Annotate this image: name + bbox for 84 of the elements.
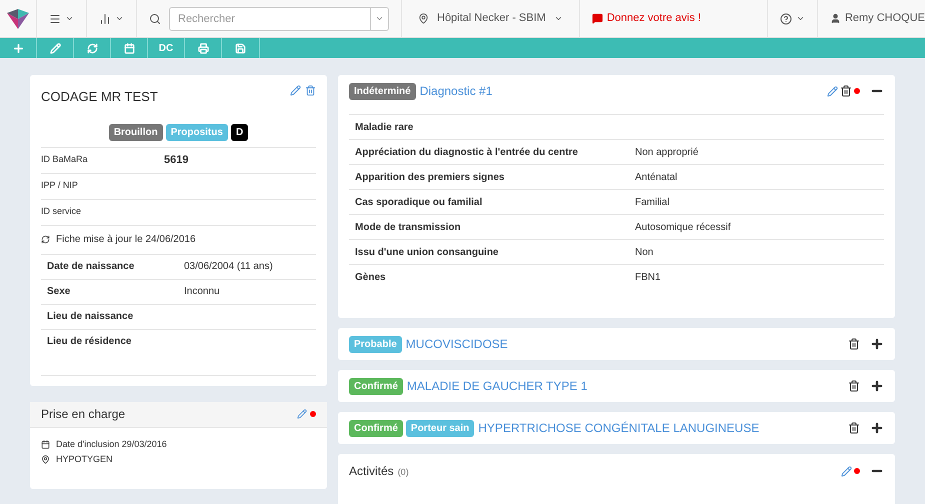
- field-label: Date de naissance: [47, 260, 136, 274]
- save-icon: [235, 42, 246, 54]
- comment-icon: [592, 13, 603, 24]
- status-badge: Probable: [349, 336, 402, 352]
- diagnosis-link[interactable]: Diagnostic #1: [420, 82, 492, 100]
- search-field[interactable]: Rechercher: [169, 6, 371, 30]
- place-name: HYPOTYGEN: [56, 453, 113, 466]
- pencil-icon: [50, 42, 60, 54]
- trash-icon: [848, 380, 860, 392]
- field-value: Familial: [635, 196, 670, 210]
- bar-chart-icon: [99, 12, 111, 24]
- field-label: Apparition des premiers signes: [355, 170, 506, 184]
- inclusion-date: Date d'inclusion 29/03/2016: [56, 438, 167, 450]
- field-value: 5619: [164, 152, 188, 168]
- trash-icon: [848, 338, 860, 350]
- edit-icon: [841, 466, 852, 476]
- diagnosis-link[interactable]: MALADIE DE GAUCHER TYPE 1: [406, 377, 588, 395]
- activity-count: (0): [398, 466, 409, 479]
- expand-button[interactable]: [870, 379, 884, 393]
- trash-icon: [840, 85, 852, 97]
- update-text: Fiche mise à jour le 24/06/2016: [56, 233, 196, 247]
- plus-icon: [870, 379, 884, 393]
- field-label: Gènes: [355, 270, 387, 284]
- field-label: IPP / NIP: [41, 179, 79, 192]
- card-title: Prise en charge: [41, 406, 126, 423]
- edit-icon: [290, 85, 301, 96]
- status-badge: D: [230, 124, 248, 140]
- field-value: Non approprié: [635, 146, 698, 160]
- field-label: Maladie rare: [355, 120, 414, 134]
- diagnosis-link[interactable]: HYPERTRICHOSE CONGÉNITALE LANUGINEUSE: [478, 419, 760, 437]
- status-badge: Porteur sain: [406, 420, 474, 436]
- caret-icon: [115, 14, 124, 23]
- expand-button[interactable]: [870, 421, 884, 435]
- pin-icon: [41, 455, 50, 464]
- field-label: Cas sporadique ou familial: [355, 196, 484, 210]
- user-menu[interactable]: Remy CHOQUE: [816, 0, 925, 37]
- edit-icon[interactable]: [827, 86, 838, 96]
- card-title: CODAGE MR TEST: [41, 88, 158, 106]
- field-label: Sexe: [47, 285, 72, 299]
- field-label: Mode de transmission: [355, 220, 462, 234]
- menu-icon: [49, 12, 61, 24]
- print-icon: [198, 42, 208, 54]
- diagnosis-link[interactable]: MUCOVISCIDOSE: [406, 335, 508, 353]
- location-dropdown[interactable]: Hôpital Necker - SBIM: [401, 0, 579, 37]
- field-label: ID service: [41, 205, 82, 218]
- expand-button[interactable]: [870, 337, 884, 351]
- status-badge: Confirmé: [349, 420, 403, 436]
- calendar-icon: [124, 42, 134, 54]
- field-value: 03/06/2004 (11 ans): [184, 260, 273, 274]
- edit-icon: [297, 409, 307, 419]
- caret-icon: [796, 14, 805, 23]
- help-icon: [780, 12, 792, 24]
- field-value: Non: [635, 246, 654, 260]
- field-label: Appréciation du diagnostic à l'entrée du centre: [355, 146, 579, 160]
- field-label: Lieu de résidence: [47, 335, 132, 349]
- card-title: Activités: [349, 463, 394, 480]
- field-value: Anténatal: [635, 170, 678, 184]
- add-icon: [12, 42, 24, 54]
- field-value: Autosomique récessif: [635, 220, 731, 234]
- field-value: FBN1: [635, 270, 661, 284]
- field-label: Issu d'une union consanguine: [355, 246, 500, 260]
- field-value: Inconnu: [184, 285, 220, 299]
- status-badge: Confirmé: [349, 378, 403, 394]
- toolbar-button[interactable]: DC: [148, 38, 185, 58]
- field-label: ID BaMaRa: [41, 153, 89, 166]
- calendar-icon: [41, 440, 50, 449]
- trash-icon: [848, 422, 860, 434]
- plus-icon: [870, 337, 884, 351]
- caret-icon: [65, 14, 74, 23]
- caret-icon: [554, 14, 563, 23]
- plus-icon: [870, 421, 884, 435]
- user-icon: [830, 13, 841, 24]
- refresh-icon: [41, 235, 50, 244]
- status-badge: Indéterminé: [349, 82, 416, 100]
- feedback-link[interactable]: Donnez votre avis !: [578, 0, 713, 37]
- search-icon: [149, 12, 161, 24]
- search-dropdown-button[interactable]: [371, 6, 389, 30]
- status-badge: Propositus: [166, 124, 228, 140]
- caret-icon: [375, 14, 384, 23]
- field-label: Lieu de naissance: [47, 310, 134, 324]
- pin-icon: [418, 13, 429, 24]
- refresh-icon: [86, 42, 98, 54]
- trash-icon: [305, 85, 316, 96]
- status-badge: Brouillon: [108, 124, 163, 140]
